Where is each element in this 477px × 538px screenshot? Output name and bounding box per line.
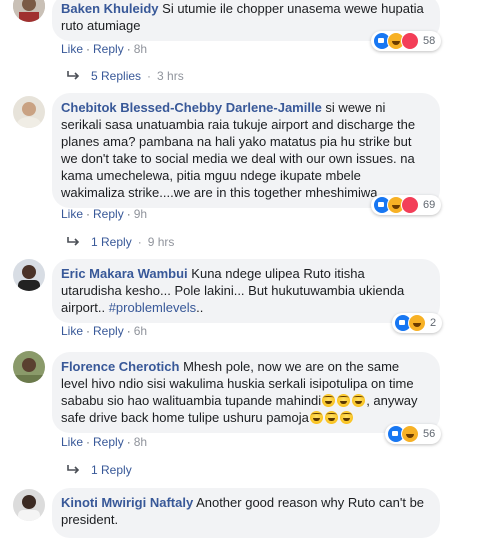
grinning-sweat-emoji-icon (352, 394, 366, 407)
separator: · (86, 435, 91, 449)
reply-link[interactable]: Reply (93, 324, 124, 338)
commenter-name[interactable]: Chebitok Blessed-Chebby Darlene-Jamille (61, 100, 322, 115)
commenter-name[interactable]: Kinoti Mwirigi Naftaly (61, 495, 193, 510)
comment-text: si wewe ni serikali sasa unatuambia raia… (61, 100, 416, 200)
timestamp[interactable]: 9h (134, 207, 147, 221)
grinning-sweat-emoji-icon (339, 411, 353, 424)
reaction-summary[interactable]: 2 (392, 313, 443, 333)
comment-bubble: Chebitok Blessed-Chebby Darlene-Jamille … (52, 93, 440, 208)
comment-bubble: Kinoti Mwirigi Naftaly Another good reas… (52, 488, 440, 538)
replies-count[interactable]: 5 Replies (91, 69, 141, 83)
reaction-summary[interactable]: 69 (371, 195, 442, 215)
avatar[interactable] (13, 96, 45, 128)
like-link[interactable]: Like (61, 42, 83, 56)
grinning-sweat-emoji-icon (309, 411, 323, 424)
love-reaction-icon (401, 196, 419, 214)
replies-count[interactable]: 1 Reply (91, 235, 132, 249)
reply-arrow-icon (67, 465, 80, 474)
view-replies[interactable]: 1 Reply · 9 hrs (67, 235, 174, 249)
reply-arrow-icon (67, 237, 80, 246)
grinning-sweat-emoji-icon (324, 411, 338, 424)
reaction-count: 69 (423, 199, 436, 211)
avatar[interactable] (13, 259, 45, 291)
comment-text-end: .. (196, 300, 204, 315)
comment-bubble: Florence Cherotich Mhesh pole, now we ar… (52, 352, 440, 433)
avatar[interactable] (13, 489, 45, 521)
haha-reaction-icon (401, 425, 419, 443)
reaction-summary[interactable]: 58 (371, 31, 442, 51)
separator: · (126, 435, 131, 449)
separator: · (86, 324, 91, 338)
hashtag-link[interactable]: #problemlevels (109, 300, 196, 315)
replies-count[interactable]: 1 Reply (91, 463, 132, 477)
reply-arrow-icon (67, 71, 80, 80)
reaction-count: 56 (423, 428, 436, 440)
avatar[interactable] (13, 351, 45, 383)
timestamp[interactable]: 8h (134, 42, 147, 56)
like-link[interactable]: Like (61, 435, 83, 449)
commenter-name[interactable]: Eric Makara Wambui (61, 266, 188, 281)
separator: · (86, 42, 91, 56)
grinning-sweat-emoji-icon (337, 394, 351, 407)
separator: · (126, 324, 131, 338)
separator: · (86, 207, 91, 221)
view-replies[interactable]: 5 Replies · 3 hrs (67, 69, 184, 83)
view-replies[interactable]: 1 Reply (67, 463, 132, 477)
comment-actions: Like · Reply · 8h (61, 435, 147, 449)
timestamp[interactable]: 6h (134, 324, 147, 338)
replies-time: 9 hrs (147, 235, 175, 249)
love-reaction-icon (401, 32, 419, 50)
timestamp[interactable]: 8h (134, 435, 147, 449)
separator: · (126, 42, 131, 56)
haha-reaction-icon (408, 314, 426, 332)
reaction-count: 58 (423, 35, 436, 47)
reply-link[interactable]: Reply (93, 207, 124, 221)
replies-time: 3 hrs (157, 69, 184, 83)
avatar[interactable] (13, 0, 45, 22)
reaction-count: 2 (430, 317, 437, 329)
reply-link[interactable]: Reply (93, 42, 124, 56)
separator: · (126, 207, 131, 221)
commenter-name[interactable]: Florence Cherotich (61, 359, 179, 374)
reply-link[interactable]: Reply (93, 435, 124, 449)
comment-actions: Like · Reply · 8h (61, 42, 147, 56)
comment-actions: Like · Reply · 6h (61, 324, 147, 338)
reaction-summary[interactable]: 56 (385, 424, 442, 444)
separator: · (137, 235, 142, 249)
commenter-name[interactable]: Baken Khuleidy (61, 1, 159, 16)
grinning-sweat-emoji-icon (322, 394, 336, 407)
comment-bubble: Eric Makara Wambui Kuna ndege ulipea Rut… (52, 259, 440, 323)
like-link[interactable]: Like (61, 324, 83, 338)
comment-actions: Like · Reply · 9h (61, 207, 147, 221)
separator: · (147, 69, 152, 83)
like-link[interactable]: Like (61, 207, 83, 221)
